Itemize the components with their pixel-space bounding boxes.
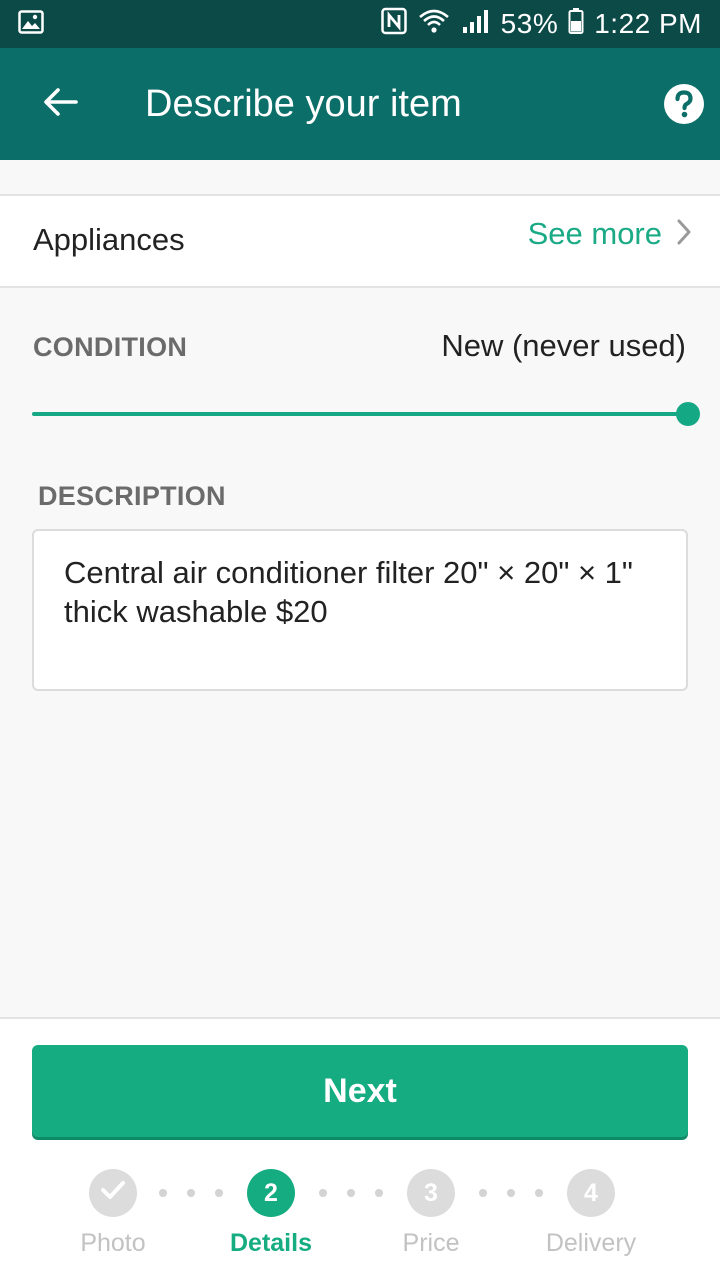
check-icon <box>100 1179 126 1208</box>
screen: 53% 1:22 PM Describe your item Appliance… <box>0 0 720 1280</box>
signal-icon <box>461 7 491 42</box>
step-photo: Photo <box>53 1169 173 1258</box>
page-title: Describe your item <box>145 83 462 125</box>
step-photo-circle <box>89 1169 137 1217</box>
slider-track <box>32 412 688 416</box>
help-icon <box>660 84 708 132</box>
description-label: DESCRIPTION <box>38 481 226 511</box>
slider-thumb[interactable] <box>676 402 700 426</box>
help-button[interactable] <box>660 80 708 128</box>
step-delivery-circle: 4 <box>567 1169 615 1217</box>
condition-label: CONDITION <box>33 332 188 362</box>
battery-icon <box>568 7 584 42</box>
step-delivery-label: Delivery <box>545 1229 637 1257</box>
step-details: 2 Details <box>211 1169 331 1258</box>
description-input[interactable]: Central air conditioner filter 20" × 20"… <box>32 529 688 691</box>
step-details-circle: 2 <box>247 1169 295 1217</box>
arrow-left-icon <box>42 86 78 123</box>
nfc-icon <box>380 7 407 42</box>
gallery-notification-icon <box>18 9 44 39</box>
step-price: 3 Price <box>371 1169 491 1258</box>
wifi-icon <box>417 7 451 42</box>
step-delivery: 4 Delivery <box>531 1169 651 1258</box>
clock: 1:22 PM <box>594 8 702 39</box>
category-name: Appliances <box>33 222 185 257</box>
battery-percent: 53% <box>500 8 559 39</box>
step-price-label: Price <box>402 1229 460 1257</box>
condition-value: New (never used) <box>441 328 686 363</box>
chevron-right-icon <box>676 218 692 251</box>
step-price-circle: 3 <box>407 1169 455 1217</box>
see-more-label: See more <box>527 216 662 251</box>
step-photo-label: Photo <box>80 1229 146 1257</box>
status-bar: 53% 1:22 PM <box>0 0 720 48</box>
step-details-label: Details <box>230 1229 312 1257</box>
see-more-link[interactable]: See more <box>528 216 692 252</box>
next-button[interactable]: Next <box>32 1045 688 1137</box>
condition-slider[interactable] <box>32 400 700 428</box>
bottom-panel: Next Photo 2 Details 3 Price 4 Delivery <box>0 1017 720 1280</box>
app-bar: Describe your item <box>0 48 720 160</box>
category-row[interactable]: Appliances See more <box>0 194 720 288</box>
back-button[interactable] <box>32 76 88 132</box>
